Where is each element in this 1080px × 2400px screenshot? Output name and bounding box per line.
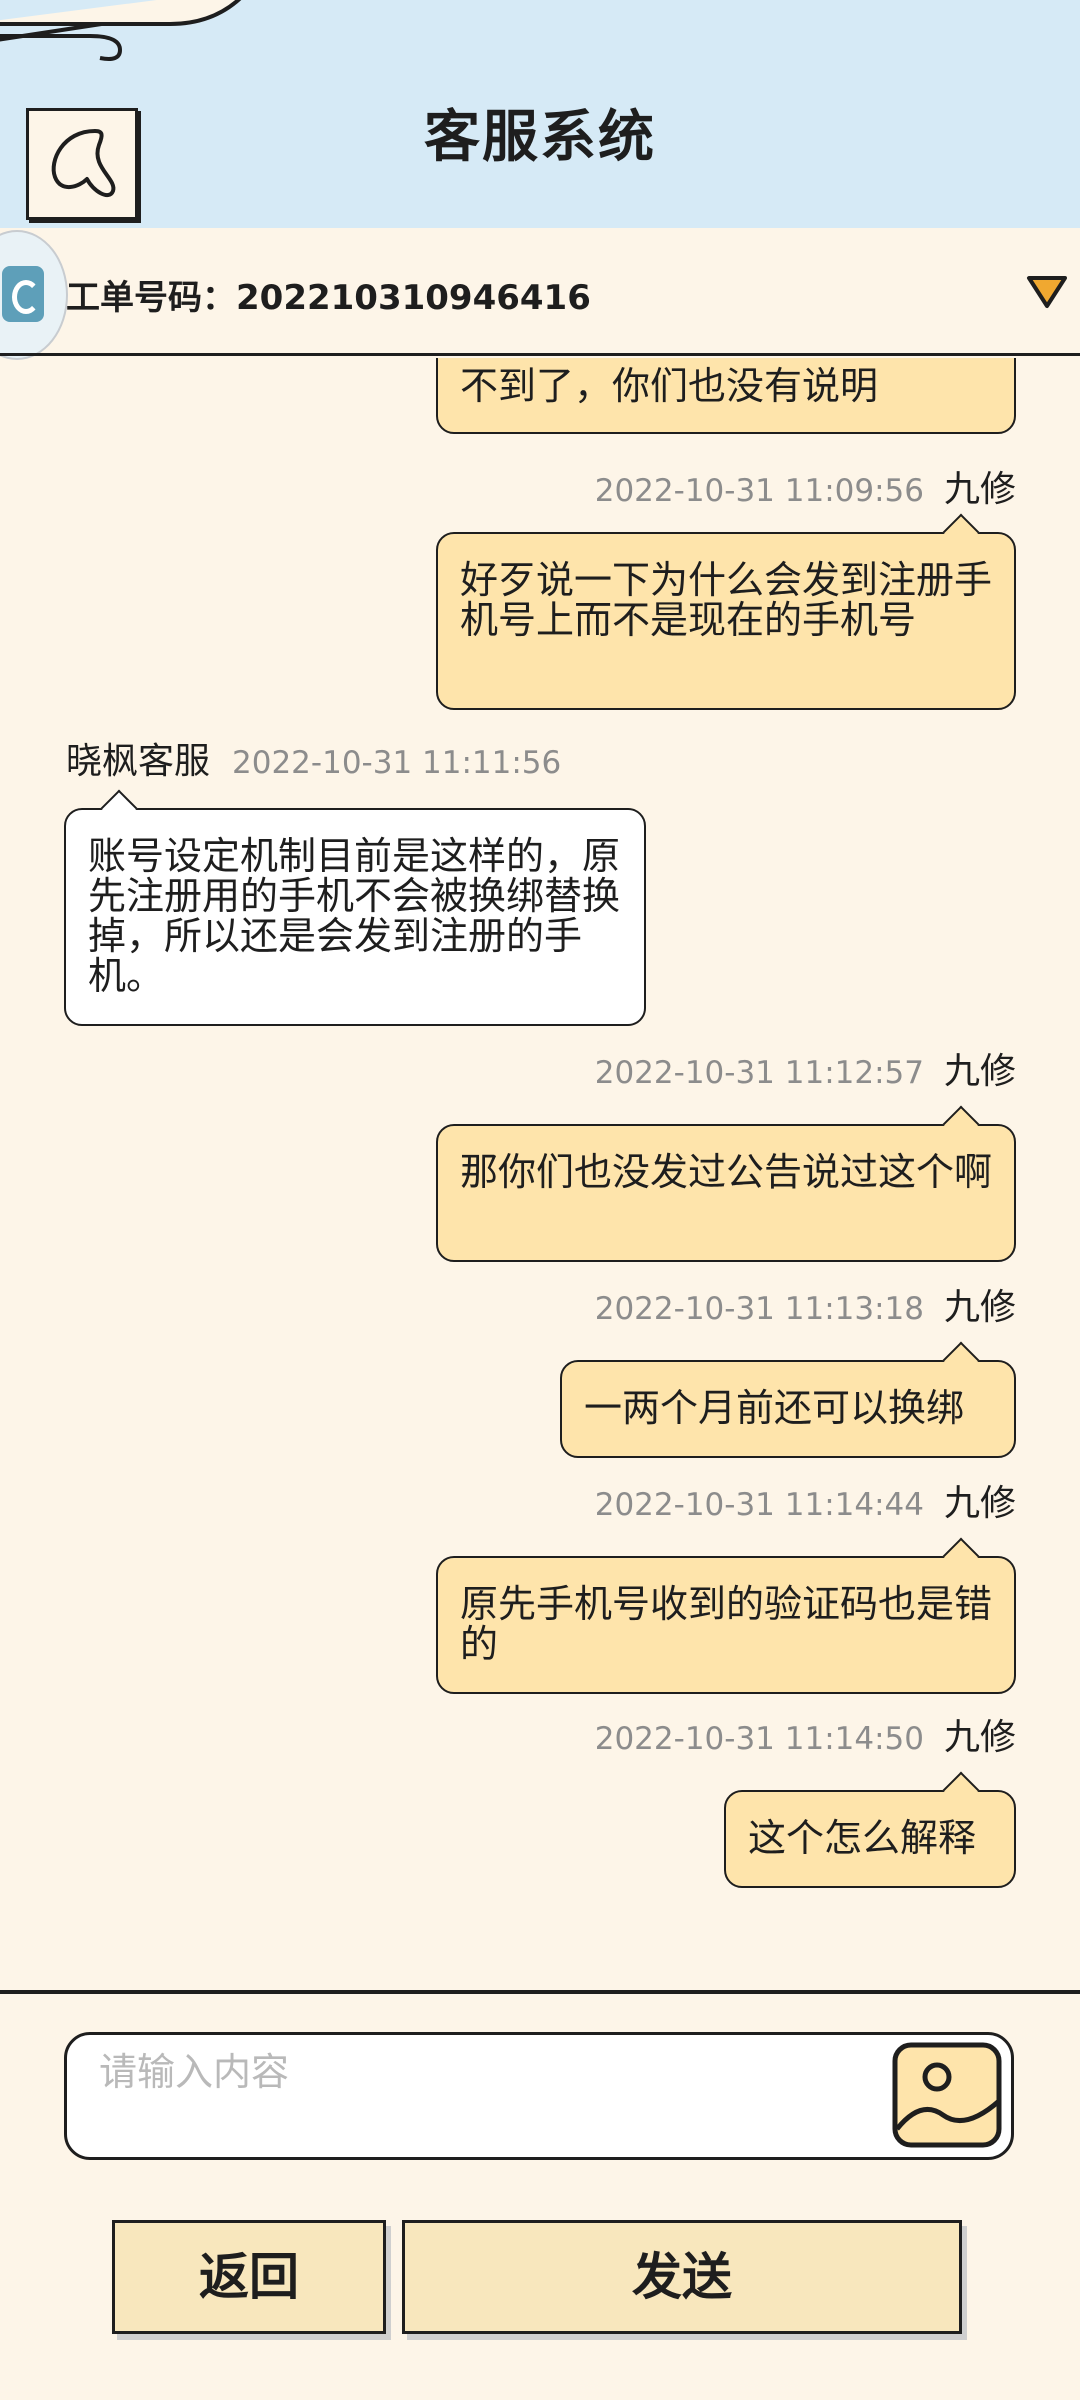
back-button-bottom[interactable]: 返回 <box>112 2220 386 2334</box>
chat-area[interactable]: 不到了，你们也没有说明 2022-10-31 11:09:56 九修 好歹说一下为… <box>0 358 1080 1990</box>
message-meta: 2022-10-31 11:09:56 九修 <box>595 470 1016 511</box>
message-bubble: 一两个月前还可以换绑 <box>560 1341 1016 1458</box>
message-time: 2022-10-31 11:14:50 <box>594 1721 924 1757</box>
message-meta: 2022-10-31 11:14:50 九修 <box>595 1718 1016 1759</box>
cloud-decoration-icon <box>0 0 242 61</box>
message-bubble: 这个怎么解释 <box>724 1771 1016 1888</box>
message-text: 好歹说一下为什么会发到注册手机号上而不是现在的手机号 <box>460 558 993 642</box>
message-input-box[interactable] <box>64 2032 1014 2160</box>
sender-name: 九修 <box>943 469 1016 510</box>
sender-name: 九修 <box>943 1051 1016 1092</box>
message-text: 这个怎么解释 <box>748 1816 977 1860</box>
message-meta: 2022-10-31 11:13:18 九修 <box>595 1288 1016 1329</box>
message-time: 2022-10-31 11:14:44 <box>594 1487 924 1523</box>
message-text: 一两个月前还可以换绑 <box>584 1386 965 1430</box>
message-input[interactable] <box>97 2043 921 2101</box>
message-meta: 2022-10-31 11:14:44 九修 <box>595 1484 1016 1525</box>
message-time: 2022-10-31 11:12:57 <box>594 1055 924 1091</box>
app-header: 客服系统 <box>0 0 1080 228</box>
message-time: 2022-10-31 11:13:18 <box>594 1291 924 1327</box>
message-bubble: 不到了，你们也没有说明 <box>436 358 1016 434</box>
send-button[interactable]: 发送 <box>402 2220 962 2334</box>
message-bubble: 原先手机号收到的验证码也是错的 <box>436 1537 1016 1694</box>
image-picker-button[interactable] <box>891 2041 1005 2151</box>
divider <box>0 1990 1080 1994</box>
message-bubble: 那你们也没发过公告说过这个啊 <box>436 1105 1016 1262</box>
message-text: 那你们也没发过公告说过这个啊 <box>460 1150 993 1194</box>
message-bubble: 好歹说一下为什么会发到注册手机号上而不是现在的手机号 <box>436 513 1016 710</box>
message-bubble: 账号设定机制目前是这样的，原先注册用的手机不会被换绑替换掉，所以还是会发到注册的… <box>64 789 646 1026</box>
message-time: 2022-10-31 11:09:56 <box>594 473 924 509</box>
message-meta: 2022-10-31 11:12:57 九修 <box>595 1052 1016 1093</box>
divider <box>0 353 1080 356</box>
message-time: 2022-10-31 11:11:56 <box>232 745 562 781</box>
app-logo-icon <box>0 230 68 360</box>
message-text: 原先手机号收到的验证码也是错的 <box>460 1582 993 1666</box>
message-meta: 晓枫客服 2022-10-31 11:11:56 <box>66 742 561 783</box>
image-picker-icon <box>892 2042 1002 2148</box>
triangle-down-icon[interactable] <box>1026 274 1068 310</box>
sender-name: 九修 <box>943 1287 1016 1328</box>
page-title: 客服系统 <box>424 105 656 170</box>
ticket-number: 工单号码：202210310946416 <box>66 278 591 318</box>
sender-name: 九修 <box>943 1483 1016 1524</box>
message-text: 不到了，你们也没有说明 <box>460 364 879 408</box>
sender-name: 九修 <box>943 1717 1016 1758</box>
ticket-bar: 工单号码：202210310946416 <box>0 228 1080 360</box>
sender-name: 晓枫客服 <box>66 741 211 782</box>
message-text: 账号设定机制目前是这样的，原先注册用的手机不会被换绑替换掉，所以还是会发到注册的… <box>88 834 621 998</box>
